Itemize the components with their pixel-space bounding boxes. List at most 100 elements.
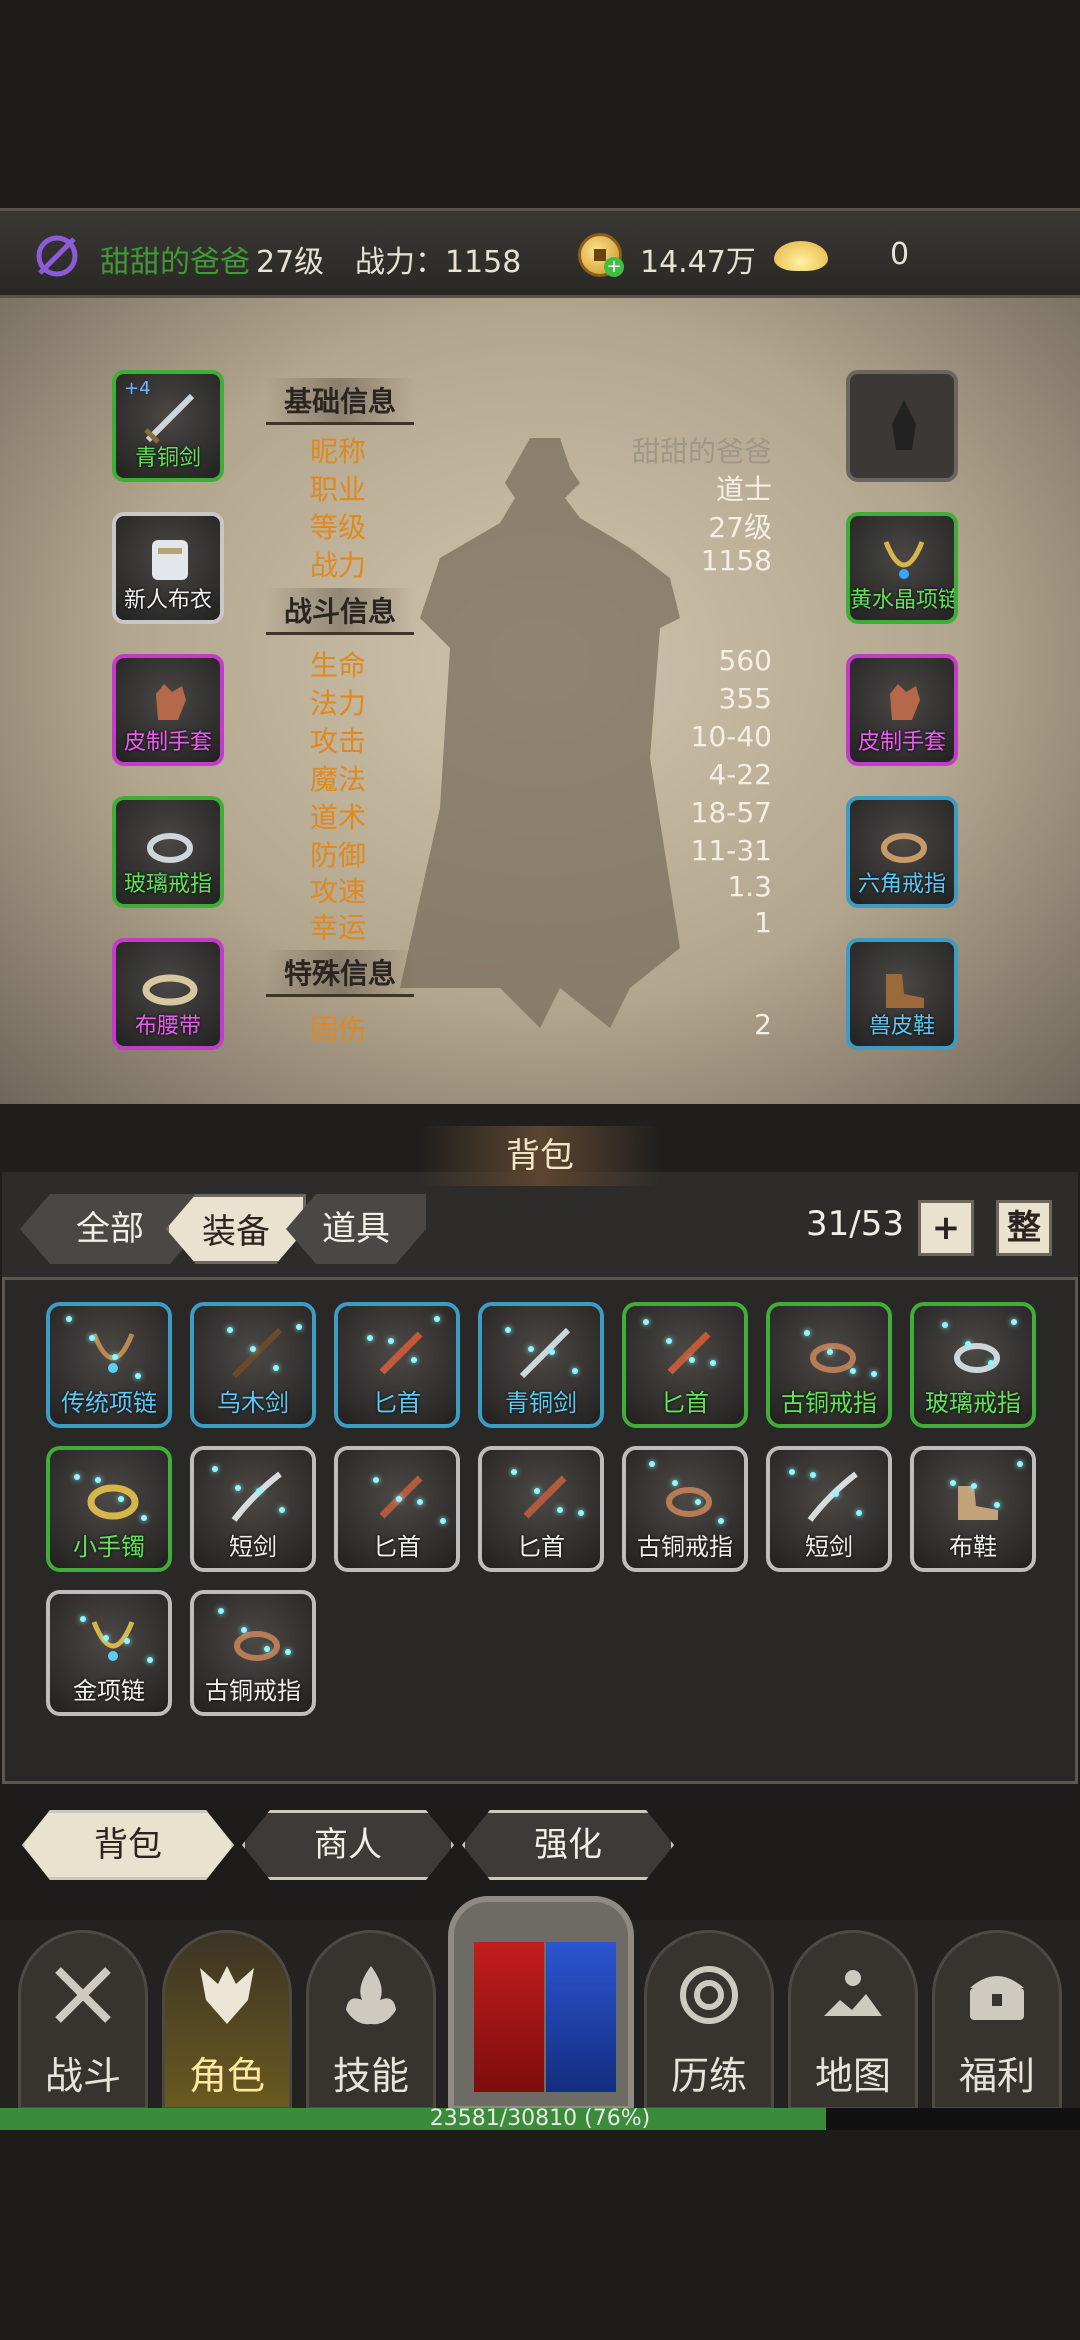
- bag-item[interactable]: 匕首: [622, 1302, 748, 1428]
- sparkle-effect: [511, 1469, 517, 1475]
- sparkle-effect: [942, 1322, 948, 1328]
- equip-label: 皮制手套: [857, 730, 946, 755]
- dagger-icon: [379, 1331, 423, 1375]
- gold-ingot-icon: [774, 241, 828, 271]
- bag-item[interactable]: 传统项链: [46, 1302, 172, 1428]
- equip-label: 新人布衣: [123, 588, 212, 613]
- nav-character[interactable]: 角色: [162, 1930, 292, 2110]
- sparkle-effect: [710, 1360, 716, 1366]
- nav-training[interactable]: 历练: [644, 1930, 774, 2110]
- tab-items[interactable]: 道具: [286, 1194, 426, 1264]
- equip-slot-glove-left[interactable]: 皮制手套: [112, 654, 224, 766]
- stat-value: 355: [718, 682, 772, 715]
- tab-bag[interactable]: 背包: [22, 1810, 234, 1880]
- equip-slot-belt[interactable]: 布腰带: [112, 938, 224, 1050]
- helmet-slot-icon: [892, 400, 916, 450]
- bag-item[interactable]: 布鞋: [910, 1446, 1036, 1572]
- item-label: 乌木剑: [217, 1389, 289, 1417]
- stat-label: 生命: [310, 649, 367, 682]
- item-label: 小手镯: [73, 1533, 145, 1561]
- sparkle-effect: [250, 1346, 256, 1352]
- item-label: 短剑: [805, 1533, 853, 1561]
- stat-label: 等级: [310, 511, 367, 544]
- sparkle-effect: [264, 1646, 270, 1652]
- stat-label: 魔法: [310, 763, 367, 796]
- player-level: 27级: [256, 245, 325, 280]
- stat-label: 幸运: [310, 911, 367, 944]
- stat-value: 560: [718, 644, 772, 677]
- sparkle-effect: [434, 1316, 440, 1322]
- tab-merchant[interactable]: 商人: [242, 1810, 454, 1880]
- bag-item[interactable]: 古铜戒指: [622, 1446, 748, 1572]
- bag-item[interactable]: 青铜剑: [478, 1302, 604, 1428]
- equip-label: 玻璃戒指: [123, 872, 212, 897]
- item-label: 金项链: [73, 1677, 145, 1705]
- bag-item[interactable]: 小手镯: [46, 1446, 172, 1572]
- sparkle-effect: [649, 1461, 655, 1467]
- flame-skill-icon: [346, 1966, 396, 2025]
- item-label: 匕首: [517, 1533, 565, 1561]
- sparkle-effect: [241, 1627, 247, 1633]
- sparkle-effect: [285, 1649, 291, 1655]
- equip-slot-glove-right[interactable]: 皮制手套: [846, 654, 958, 766]
- stat-label: 防御: [310, 839, 367, 872]
- no-signal-icon[interactable]: [32, 231, 82, 281]
- tab-enhance[interactable]: 强化: [462, 1810, 674, 1880]
- bag-item[interactable]: 匕首: [334, 1446, 460, 1572]
- bag-item[interactable]: 金项链: [46, 1590, 172, 1716]
- equip-slot-helmet[interactable]: [846, 370, 958, 482]
- item-label: 玻璃戒指: [925, 1389, 1021, 1417]
- equip-slot-weapon[interactable]: +4 青铜剑: [112, 370, 224, 482]
- equip-slot-armor[interactable]: 新人布衣: [112, 512, 224, 624]
- sparkle-effect: [235, 1485, 241, 1491]
- equip-slot-ring-left[interactable]: 玻璃戒指: [112, 796, 224, 908]
- bag-item[interactable]: 古铜戒指: [190, 1590, 316, 1716]
- sparkle-effect: [118, 1496, 124, 1502]
- bag-item[interactable]: 匕首: [334, 1302, 460, 1428]
- item-label: 短剑: [229, 1533, 277, 1561]
- equip-slot-necklace[interactable]: 黄水晶项链: [846, 512, 958, 624]
- equip-slot-boots[interactable]: 兽皮鞋: [846, 938, 958, 1050]
- dagger-icon: [523, 1475, 567, 1519]
- nav-skills[interactable]: 技能: [306, 1930, 436, 2110]
- sparkle-effect: [273, 1365, 279, 1371]
- sort-bag-button[interactable]: 整: [996, 1200, 1052, 1256]
- bag-title: 背包: [420, 1126, 660, 1186]
- nav-battle[interactable]: 战斗: [18, 1930, 148, 2110]
- basic-info-header: 基础信息: [266, 378, 415, 425]
- tab-equipment[interactable]: 装备: [166, 1194, 306, 1264]
- stat-value: 1.3: [727, 870, 772, 903]
- map-icon: [824, 1970, 882, 2016]
- expand-bag-button[interactable]: +: [918, 1200, 974, 1256]
- nav-label: 地图: [814, 2054, 891, 2098]
- equip-slot-ring-right[interactable]: 六角戒指: [846, 796, 958, 908]
- sparkle-effect: [112, 1354, 118, 1360]
- sparkle-effect: [950, 1480, 956, 1486]
- dagger-icon: [667, 1331, 711, 1375]
- item-label: 古铜戒指: [637, 1533, 733, 1561]
- nav-welfare[interactable]: 福利: [932, 1930, 1062, 2110]
- sparkle-effect: [388, 1338, 394, 1344]
- sparkle-effect: [279, 1507, 285, 1513]
- sparkle-effect: [827, 1349, 833, 1355]
- sparkle-effect: [695, 1499, 701, 1505]
- nav-map[interactable]: 地图: [788, 1930, 918, 2110]
- sparkle-effect: [528, 1346, 534, 1352]
- stat-label: 攻击: [310, 725, 367, 758]
- sparkle-effect: [80, 1616, 86, 1622]
- bag-item[interactable]: 古铜戒指: [766, 1302, 892, 1428]
- bag-item[interactable]: 匕首: [478, 1446, 604, 1572]
- bag-item[interactable]: 短剑: [190, 1446, 316, 1572]
- add-gold-icon[interactable]: +: [604, 257, 624, 277]
- item-label: 匕首: [373, 1533, 421, 1561]
- ring-icon: [954, 1343, 1000, 1373]
- sparkle-effect: [850, 1368, 856, 1374]
- sparkle-effect: [789, 1469, 795, 1475]
- sparkle-effect: [994, 1502, 1000, 1508]
- stat-value: 甜甜的爸爸: [631, 435, 772, 468]
- bag-item[interactable]: 短剑: [766, 1446, 892, 1572]
- bag-item[interactable]: 乌木剑: [190, 1302, 316, 1428]
- bag-item[interactable]: 玻璃戒指: [910, 1302, 1036, 1428]
- sparkle-effect: [417, 1499, 423, 1505]
- nav-label: 福利: [958, 2054, 1035, 2098]
